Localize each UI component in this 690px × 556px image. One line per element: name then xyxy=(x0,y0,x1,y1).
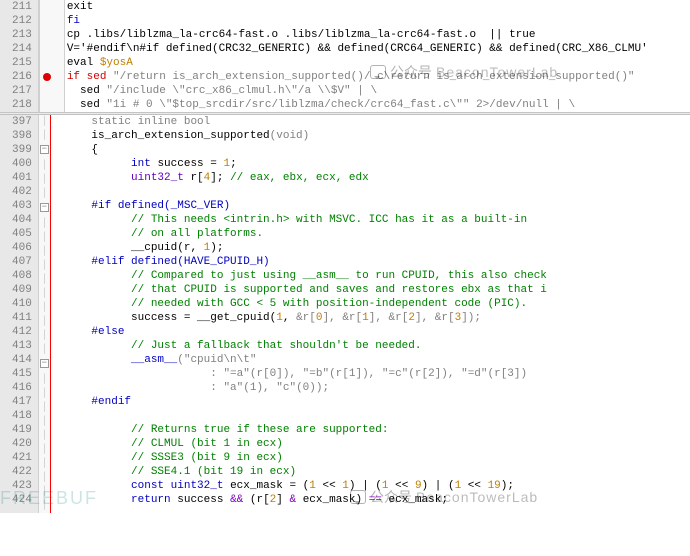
code-line[interactable]: #elif defined(HAVE_CPUID_H) xyxy=(52,255,690,269)
code-area-top[interactable]: exit ficp .libs/liblzma_la-crc64-fast.o … xyxy=(65,0,690,112)
code-line[interactable]: #if defined(_MSC_VER) xyxy=(52,199,690,213)
line-number: 215 xyxy=(12,56,32,70)
line-number: 403 xyxy=(12,199,32,213)
line-number: 412 xyxy=(12,325,32,339)
line-number: 214 xyxy=(12,42,32,56)
code-line[interactable]: // SSSE3 (bit 9 in ecx) xyxy=(52,451,690,465)
fold-column[interactable] xyxy=(53,0,65,112)
code-line[interactable]: #endif xyxy=(52,395,690,409)
code-editor-bottom[interactable]: 3973983994004014024034044054064074084094… xyxy=(0,115,690,513)
code-line[interactable]: : "a"(1), "c"(0)); xyxy=(52,381,690,395)
code-line[interactable]: exit xyxy=(67,0,690,14)
code-line[interactable]: success = __get_cpuid(1, &r[0], &r[1], &… xyxy=(52,311,690,325)
code-line[interactable]: // CLMUL (bit 1 in ecx) xyxy=(52,437,690,451)
fold-toggle-icon[interactable]: − xyxy=(40,203,49,212)
marker-column xyxy=(39,0,53,112)
line-number: 402 xyxy=(12,185,32,199)
code-line[interactable]: // SSE4.1 (bit 19 in ecx) xyxy=(52,465,690,479)
code-line[interactable]: static inline bool xyxy=(52,115,690,129)
code-line[interactable]: uint32_t r[4]; // eax, ebx, ecx, edx xyxy=(52,171,690,185)
line-number: 416 xyxy=(12,381,32,395)
code-line[interactable]: // Just a fallback that shouldn't be nee… xyxy=(52,339,690,353)
line-number: 211 xyxy=(12,0,32,14)
line-number: 419 xyxy=(12,423,32,437)
breakpoint-icon[interactable] xyxy=(43,73,51,81)
line-number: 404 xyxy=(12,213,32,227)
code-line[interactable]: __asm__("cpuid\n\t" xyxy=(52,353,690,367)
line-gutter: 3973983994004014024034044054064074084094… xyxy=(0,115,39,513)
line-number: 406 xyxy=(12,241,32,255)
code-line[interactable]: #else xyxy=(52,325,690,339)
code-line[interactable]: // This needs <intrin.h> with MSVC. ICC … xyxy=(52,213,690,227)
line-number: 213 xyxy=(12,28,32,42)
line-number: 217 xyxy=(12,84,32,98)
line-number: 407 xyxy=(12,255,32,269)
line-number: 409 xyxy=(12,283,32,297)
code-line[interactable]: if sed "/return is_arch_extension_suppor… xyxy=(67,70,690,84)
code-line[interactable]: // that CPUID is supported and saves and… xyxy=(52,283,690,297)
code-line[interactable]: fi xyxy=(67,14,690,28)
line-gutter: 211212213214215216217218 xyxy=(0,0,39,112)
line-number: 401 xyxy=(12,171,32,185)
code-line[interactable]: int success = 1; xyxy=(52,157,690,171)
line-number: 411 xyxy=(12,311,32,325)
line-number: 397 xyxy=(12,115,32,129)
line-number: 421 xyxy=(12,451,32,465)
code-line[interactable]: const uint32_t ecx_mask = (1 << 1) | (1 … xyxy=(52,479,690,493)
code-line[interactable] xyxy=(52,409,690,423)
code-line[interactable]: return success && (r[2] & ecx_mask) == e… xyxy=(52,493,690,507)
line-number: 415 xyxy=(12,367,32,381)
line-number: 422 xyxy=(12,465,32,479)
line-number: 418 xyxy=(12,409,32,423)
code-line[interactable]: __cpuid(r, 1); xyxy=(52,241,690,255)
code-line[interactable]: : "=a"(r[0]), "=b"(r[1]), "=c"(r[2]), "=… xyxy=(52,367,690,381)
code-line[interactable]: { xyxy=(52,143,690,157)
code-line[interactable]: V='#endif\n#if defined(CRC32_GENERIC) &&… xyxy=(67,42,690,56)
line-number: 414 xyxy=(12,353,32,367)
code-line[interactable]: // needed with GCC < 5 with position-ind… xyxy=(52,297,690,311)
code-line[interactable]: cp .libs/liblzma_la-crc64-fast.o .libs/l… xyxy=(67,28,690,42)
line-number: 405 xyxy=(12,227,32,241)
code-editor-top[interactable]: 211212213214215216217218 exit ficp .libs… xyxy=(0,0,690,112)
line-number: 400 xyxy=(12,157,32,171)
line-number: 216 xyxy=(12,70,32,84)
code-area-bottom[interactable]: static inline bool is_arch_extension_sup… xyxy=(50,115,690,513)
line-number: 212 xyxy=(12,14,32,28)
code-line[interactable]: sed "1i # 0 \"$top_srcdir/src/liblzma/ch… xyxy=(67,98,690,112)
code-line[interactable]: // Returns true if these are supported: xyxy=(52,423,690,437)
code-line[interactable]: is_arch_extension_supported(void) xyxy=(52,129,690,143)
code-line[interactable]: // Compared to just using __asm__ to run… xyxy=(52,269,690,283)
line-number: 413 xyxy=(12,339,32,353)
code-line[interactable] xyxy=(52,185,690,199)
code-line[interactable]: // on all platforms. xyxy=(52,227,690,241)
line-number: 399 xyxy=(12,143,32,157)
fold-toggle-icon[interactable]: − xyxy=(40,145,49,154)
freebuf-watermark: FREEBUF xyxy=(0,488,98,509)
line-number: 410 xyxy=(12,297,32,311)
fold-toggle-icon[interactable]: − xyxy=(40,359,49,368)
line-number: 417 xyxy=(12,395,32,409)
line-number: 398 xyxy=(12,129,32,143)
line-number: 420 xyxy=(12,437,32,451)
code-line[interactable]: eval $yosA xyxy=(67,56,690,70)
line-number: 408 xyxy=(12,269,32,283)
line-number: 218 xyxy=(12,98,32,112)
code-line[interactable]: sed "/include \"crc_x86_clmul.h\"/a \\$V… xyxy=(67,84,690,98)
